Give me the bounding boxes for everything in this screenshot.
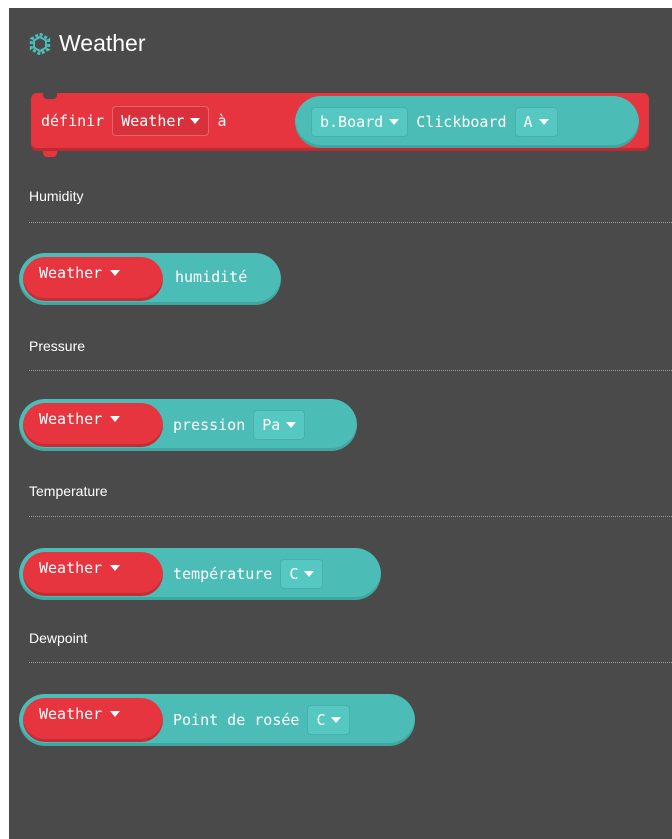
chevron-down-icon (190, 118, 201, 124)
variable-dropdown-label: Weather (121, 112, 185, 130)
category-header: Weather (29, 30, 146, 57)
chevron-down-icon (110, 416, 121, 422)
to-label: à (217, 112, 227, 130)
unit-dropdown-label: Pa (262, 416, 281, 434)
temperature-block[interactable]: Weather température C (19, 548, 381, 600)
dewpoint-block[interactable]: Weather Point de rosée C (19, 694, 415, 746)
section-label-pressure: Pressure (29, 338, 86, 354)
block-tab (43, 151, 57, 157)
section-label-humidity: Humidity (29, 188, 84, 204)
variable-getter-block[interactable]: Weather (23, 552, 163, 596)
clickboard-label: Clickboard (416, 113, 507, 131)
slot-dropdown-label: A (523, 113, 533, 131)
set-keyword: définir (41, 112, 105, 130)
clickboard-block[interactable]: b.Board Clickboard A (295, 96, 639, 148)
pressure-block[interactable]: Weather pression Pa (19, 399, 357, 451)
toolbox-flyout: Weather définir Weather à b.Board Clickb… (9, 8, 672, 839)
unit-dropdown-label: C (316, 711, 326, 729)
reading-label: humidité (175, 268, 248, 286)
variable-getter-block[interactable]: Weather (23, 698, 163, 742)
chevron-down-icon (331, 717, 342, 723)
unit-dropdown-label: C (289, 565, 299, 583)
section-divider (29, 662, 672, 663)
variable-dropdown[interactable]: Weather (112, 106, 210, 136)
reading-label: pression (173, 416, 246, 434)
chevron-down-icon (389, 119, 400, 125)
chevron-down-icon (110, 565, 121, 571)
variable-getter-label: Weather (39, 559, 103, 577)
chevron-down-icon (110, 270, 121, 276)
reading-label: température (173, 565, 273, 583)
variable-getter-block[interactable]: Weather (23, 403, 163, 447)
unit-dropdown[interactable]: C (280, 559, 324, 589)
section-label-temperature: Temperature (29, 483, 108, 499)
variable-getter-label: Weather (39, 264, 103, 282)
unit-dropdown[interactable]: C (307, 705, 351, 735)
board-dropdown[interactable]: b.Board (311, 107, 409, 137)
category-title: Weather (59, 30, 146, 56)
section-divider (29, 370, 672, 371)
section-divider (29, 516, 672, 517)
unit-dropdown[interactable]: Pa (253, 410, 306, 440)
chevron-down-icon (538, 119, 549, 125)
section-divider (29, 222, 672, 223)
variable-getter-label: Weather (39, 410, 103, 428)
variable-getter-block[interactable]: Weather (23, 257, 163, 301)
section-label-dewpoint: Dewpoint (29, 630, 88, 646)
reading-label: Point de rosée (173, 711, 300, 729)
chevron-down-icon (110, 711, 121, 717)
weather-gear-icon (29, 32, 51, 55)
humidity-block[interactable]: Weather humidité (19, 253, 281, 305)
board-dropdown-label: b.Board (320, 113, 384, 131)
block-notch (43, 93, 57, 99)
chevron-down-icon (304, 571, 315, 577)
variable-getter-label: Weather (39, 705, 103, 723)
slot-dropdown[interactable]: A (514, 107, 558, 137)
set-variable-block[interactable]: définir Weather à b.Board Clickboard A (31, 93, 649, 157)
chevron-down-icon (286, 422, 297, 428)
